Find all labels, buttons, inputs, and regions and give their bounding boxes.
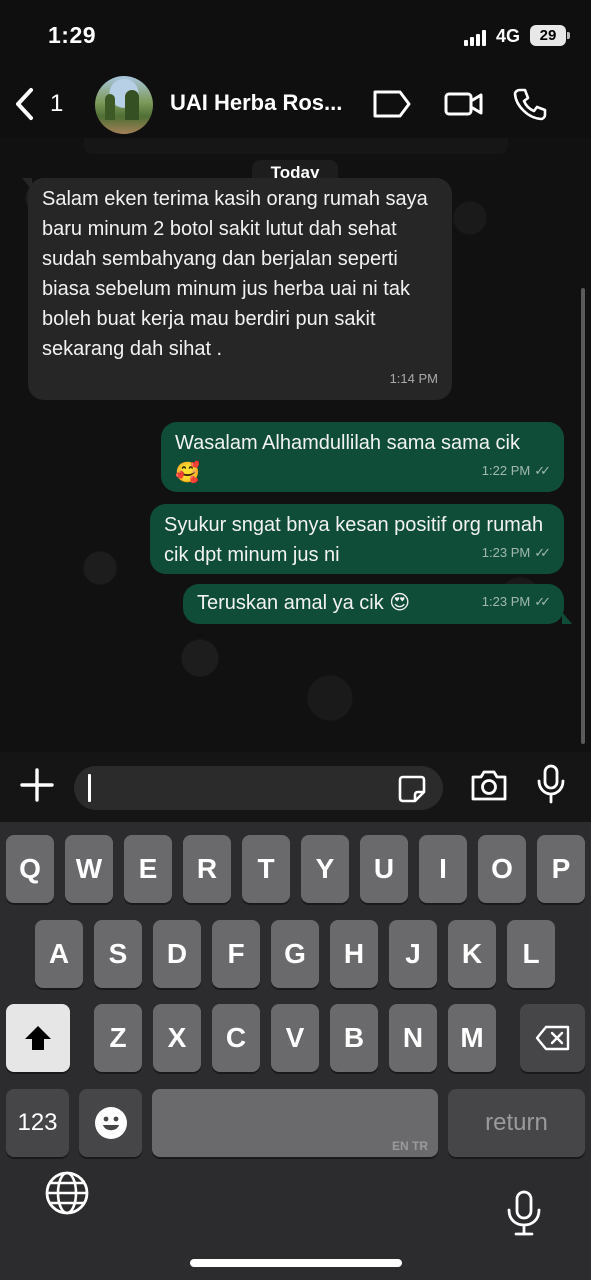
message-text: Salam eken terima kasih orang rumah saya… xyxy=(42,188,428,360)
key-g[interactable]: G xyxy=(271,920,319,988)
numbers-key[interactable]: 123 xyxy=(6,1089,69,1157)
message-time: 1:23 PM xyxy=(481,594,531,609)
video-call-icon[interactable] xyxy=(444,86,484,122)
key-p[interactable]: P xyxy=(537,835,585,903)
status-time: 1:29 xyxy=(48,22,97,48)
key-i[interactable]: I xyxy=(419,835,467,903)
key-w[interactable]: W xyxy=(65,835,113,903)
shift-key[interactable] xyxy=(6,1004,70,1072)
pinned-strip xyxy=(84,138,508,154)
message-input[interactable] xyxy=(74,766,443,810)
emoji-icon xyxy=(94,1107,127,1139)
mic-icon[interactable] xyxy=(536,764,566,804)
status-bar: 1:29 4G 29 xyxy=(0,0,591,72)
chat-area[interactable]: Today Salam eken terima kasih orang ruma… xyxy=(0,138,591,752)
message-time: 1:22 PM xyxy=(481,463,531,478)
key-n[interactable]: N xyxy=(389,1004,437,1072)
key-t[interactable]: T xyxy=(242,835,290,903)
plus-icon xyxy=(20,768,54,802)
camera-icon[interactable] xyxy=(470,768,508,802)
key-u[interactable]: U xyxy=(360,835,408,903)
chevron-left-icon xyxy=(16,88,33,120)
read-receipt-icon: ✓✓ xyxy=(534,545,551,560)
phone-icon[interactable] xyxy=(512,86,548,122)
message-bubble-outgoing[interactable]: Teruskan amal ya cik 😍 1:23 PM ✓✓ xyxy=(183,584,572,624)
message-time: 1:23 PM xyxy=(481,545,531,560)
key-f[interactable]: F xyxy=(212,920,260,988)
unread-count: 1 xyxy=(50,90,64,117)
dictation-mic-icon[interactable] xyxy=(504,1190,544,1236)
key-x[interactable]: X xyxy=(153,1004,201,1072)
chat-title[interactable]: UAI Herba Ros... xyxy=(170,90,342,116)
chat-header: 1 UAI Herba Ros... xyxy=(0,72,591,138)
space-language-label: EN TR xyxy=(392,1139,428,1153)
attach-button[interactable] xyxy=(20,768,54,802)
delete-key[interactable] xyxy=(520,1004,585,1072)
sticker-icon[interactable] xyxy=(397,774,427,804)
key-e[interactable]: E xyxy=(124,835,172,903)
key-m[interactable]: M xyxy=(448,1004,496,1072)
read-receipt-icon: ✓✓ xyxy=(534,594,551,609)
key-r[interactable]: R xyxy=(183,835,231,903)
home-indicator xyxy=(190,1259,402,1267)
key-z[interactable]: Z xyxy=(94,1004,142,1072)
text-caret xyxy=(88,774,91,802)
composer-bar xyxy=(0,752,591,822)
emoji-key[interactable] xyxy=(79,1089,142,1157)
message-time: 1:14 PM xyxy=(389,371,438,386)
read-receipt-icon: ✓✓ xyxy=(534,463,551,478)
key-y[interactable]: Y xyxy=(301,835,349,903)
battery-icon: 29 xyxy=(530,25,570,46)
network-label: 4G xyxy=(496,26,521,46)
return-key[interactable]: return xyxy=(448,1089,585,1157)
shift-icon xyxy=(25,1026,51,1050)
message-bubble-incoming[interactable]: Salam eken terima kasih orang rumah saya… xyxy=(22,178,452,400)
back-button[interactable]: 1 xyxy=(12,86,63,122)
message-bubble-outgoing[interactable]: Syukur sngat bnya kesan positif org ruma… xyxy=(150,504,564,574)
key-d[interactable]: D xyxy=(153,920,201,988)
key-j[interactable]: J xyxy=(389,920,437,988)
key-h[interactable]: H xyxy=(330,920,378,988)
key-c[interactable]: C xyxy=(212,1004,260,1072)
avatar[interactable] xyxy=(95,76,153,134)
globe-icon[interactable] xyxy=(44,1170,90,1216)
key-l[interactable]: L xyxy=(507,920,555,988)
key-o[interactable]: O xyxy=(478,835,526,903)
key-k[interactable]: K xyxy=(448,920,496,988)
tag-icon[interactable] xyxy=(372,86,412,122)
key-b[interactable]: B xyxy=(330,1004,378,1072)
key-q[interactable]: Q xyxy=(6,835,54,903)
scrollbar[interactable] xyxy=(581,288,585,744)
message-bubble-outgoing[interactable]: Wasalam Alhamdullilah sama sama cik 🥰 1:… xyxy=(161,422,564,492)
key-a[interactable]: A xyxy=(35,920,83,988)
space-key[interactable]: EN TR xyxy=(152,1089,438,1157)
backspace-icon xyxy=(535,1025,569,1051)
key-v[interactable]: V xyxy=(271,1004,319,1072)
signal-icon xyxy=(464,30,490,46)
key-s[interactable]: S xyxy=(94,920,142,988)
